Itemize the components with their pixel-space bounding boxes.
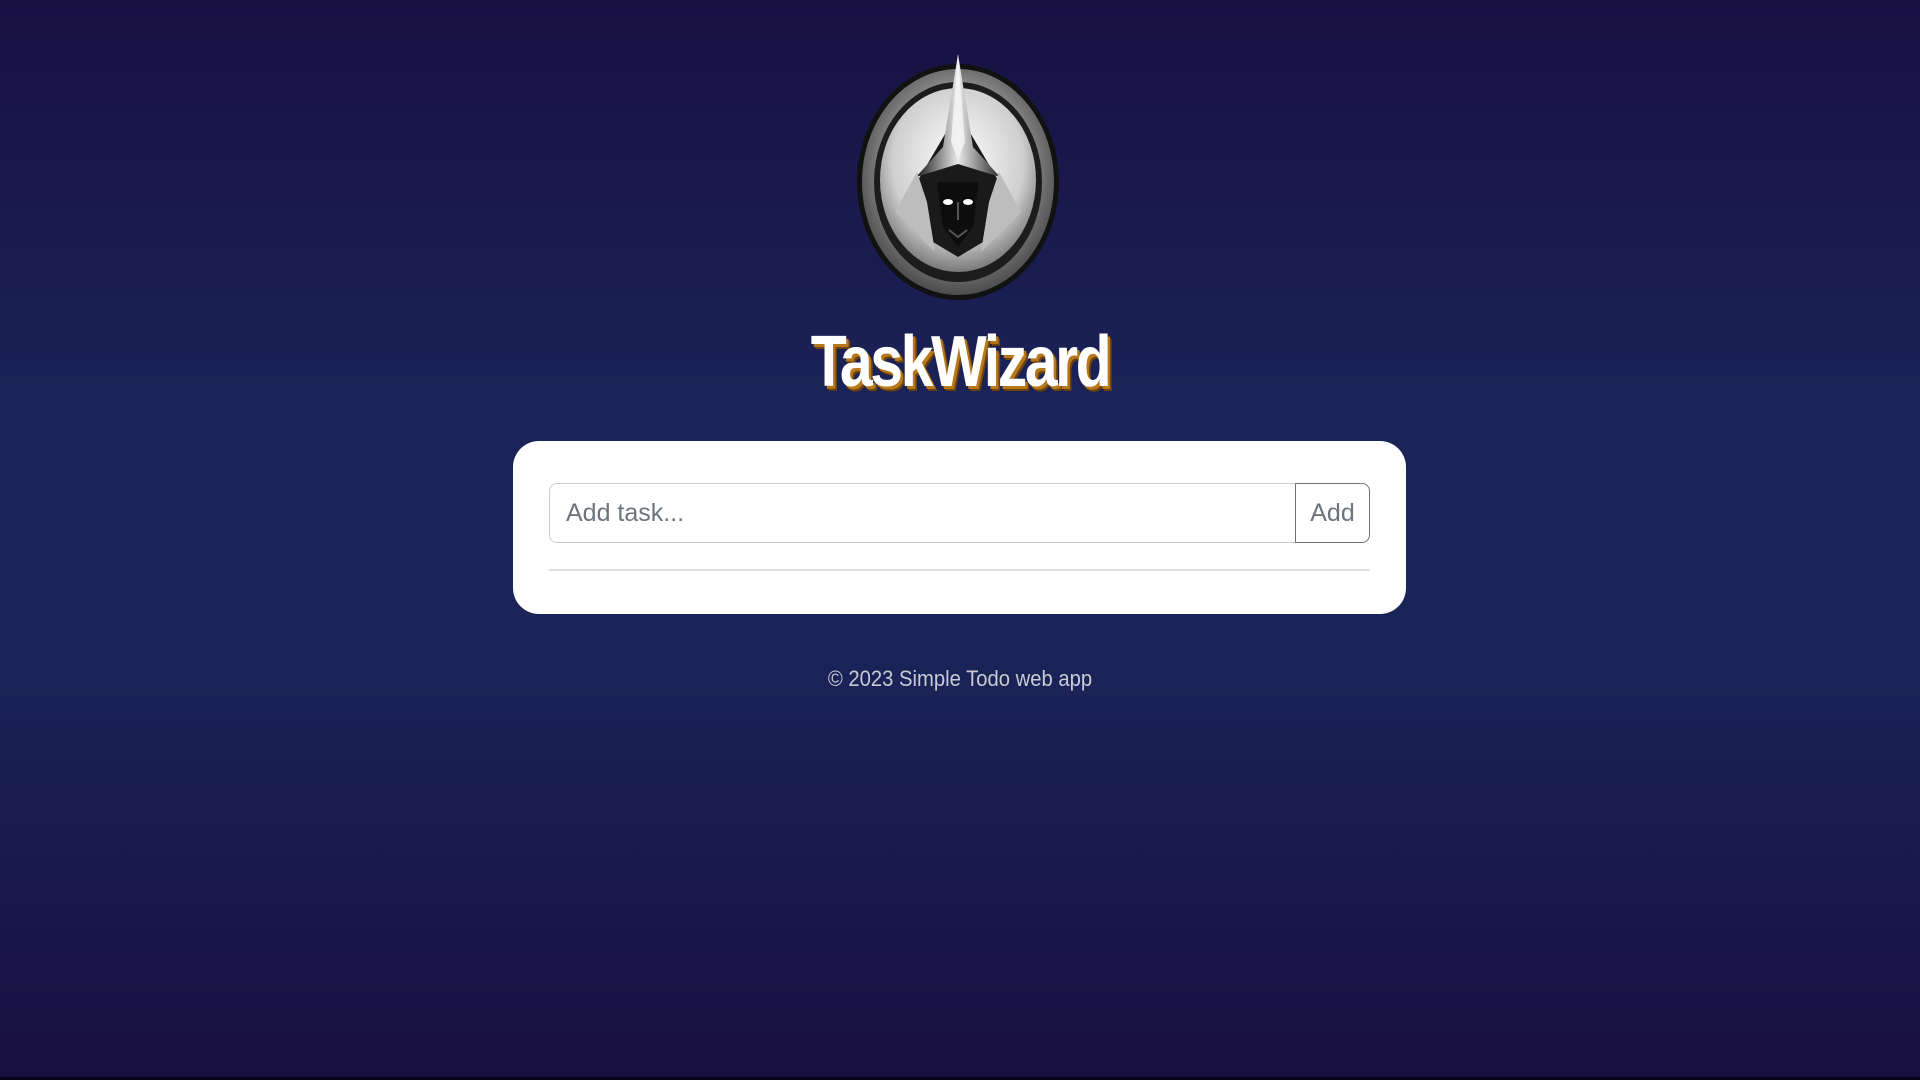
task-list: [549, 573, 1370, 593]
app-title: TaskWizard: [810, 322, 1112, 402]
add-task-button[interactable]: Add: [1295, 483, 1370, 543]
footer-copyright: © 2023 Simple Todo web app: [827, 666, 1093, 691]
add-task-form: Add: [549, 483, 1370, 543]
wizard-logo-icon: [855, 52, 1061, 302]
divider: [549, 569, 1370, 571]
task-input[interactable]: [549, 483, 1295, 543]
todo-card: Add: [513, 441, 1406, 614]
